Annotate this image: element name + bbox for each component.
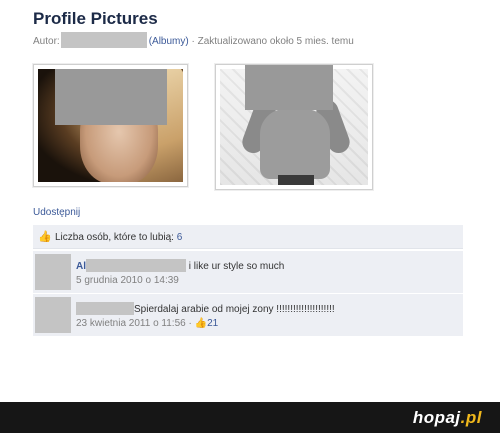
likes-bar: 👍 Liczba osób, które to lubią: 6 <box>33 225 463 249</box>
comment-author[interactable]: Al <box>76 261 86 272</box>
likes-label[interactable]: Liczba osób, które to lubią: <box>55 232 174 243</box>
thumbs-up-icon: 👍 <box>194 318 208 329</box>
avatar[interactable] <box>35 254 71 290</box>
comment-item: Spierdalaj arabie od mojej zony !!!!!!!!… <box>33 294 463 336</box>
redacted-name <box>86 259 186 272</box>
comment-item: Al i like ur style so much 5 grudnia 201… <box>33 251 463 293</box>
avatar[interactable] <box>35 297 71 333</box>
comment-like-count[interactable]: 21 <box>207 318 218 329</box>
author-label: Autor: <box>33 36 60 47</box>
updated-text: · Zaktualizowano około 5 mies. temu <box>191 36 354 47</box>
comment-timestamp[interactable]: 5 grudnia 2010 o 14:39 <box>76 275 179 286</box>
thumbs-up-icon: 👍 <box>38 231 52 243</box>
album-title: Profile Pictures <box>33 9 158 28</box>
photo-thumbnail-1[interactable] <box>33 64 188 187</box>
redacted-name <box>76 302 134 315</box>
share-link[interactable]: Udostępnij <box>33 207 80 218</box>
redacted-author <box>60 32 147 48</box>
photo-thumbnail-2[interactable] <box>215 64 373 190</box>
watermark-bar: hopaj.pl <box>0 402 500 433</box>
comment-timestamp[interactable]: 23 kwietnia 2011 o 11:56 <box>76 318 186 329</box>
watermark-logo: hopaj.pl <box>412 408 482 427</box>
comment-text: i like ur style so much <box>188 261 285 272</box>
likes-count[interactable]: 6 <box>177 232 183 243</box>
album-meta: Autor: (Albumy) · Zaktualizowano około 5 … <box>33 32 354 48</box>
censor-box <box>55 69 167 125</box>
albums-link[interactable]: (Albumy) <box>149 36 189 47</box>
separator: · <box>188 318 192 329</box>
censor-box <box>245 65 333 110</box>
comment-text: Spierdalaj arabie od mojej zony !!!!!!!!… <box>134 304 335 315</box>
